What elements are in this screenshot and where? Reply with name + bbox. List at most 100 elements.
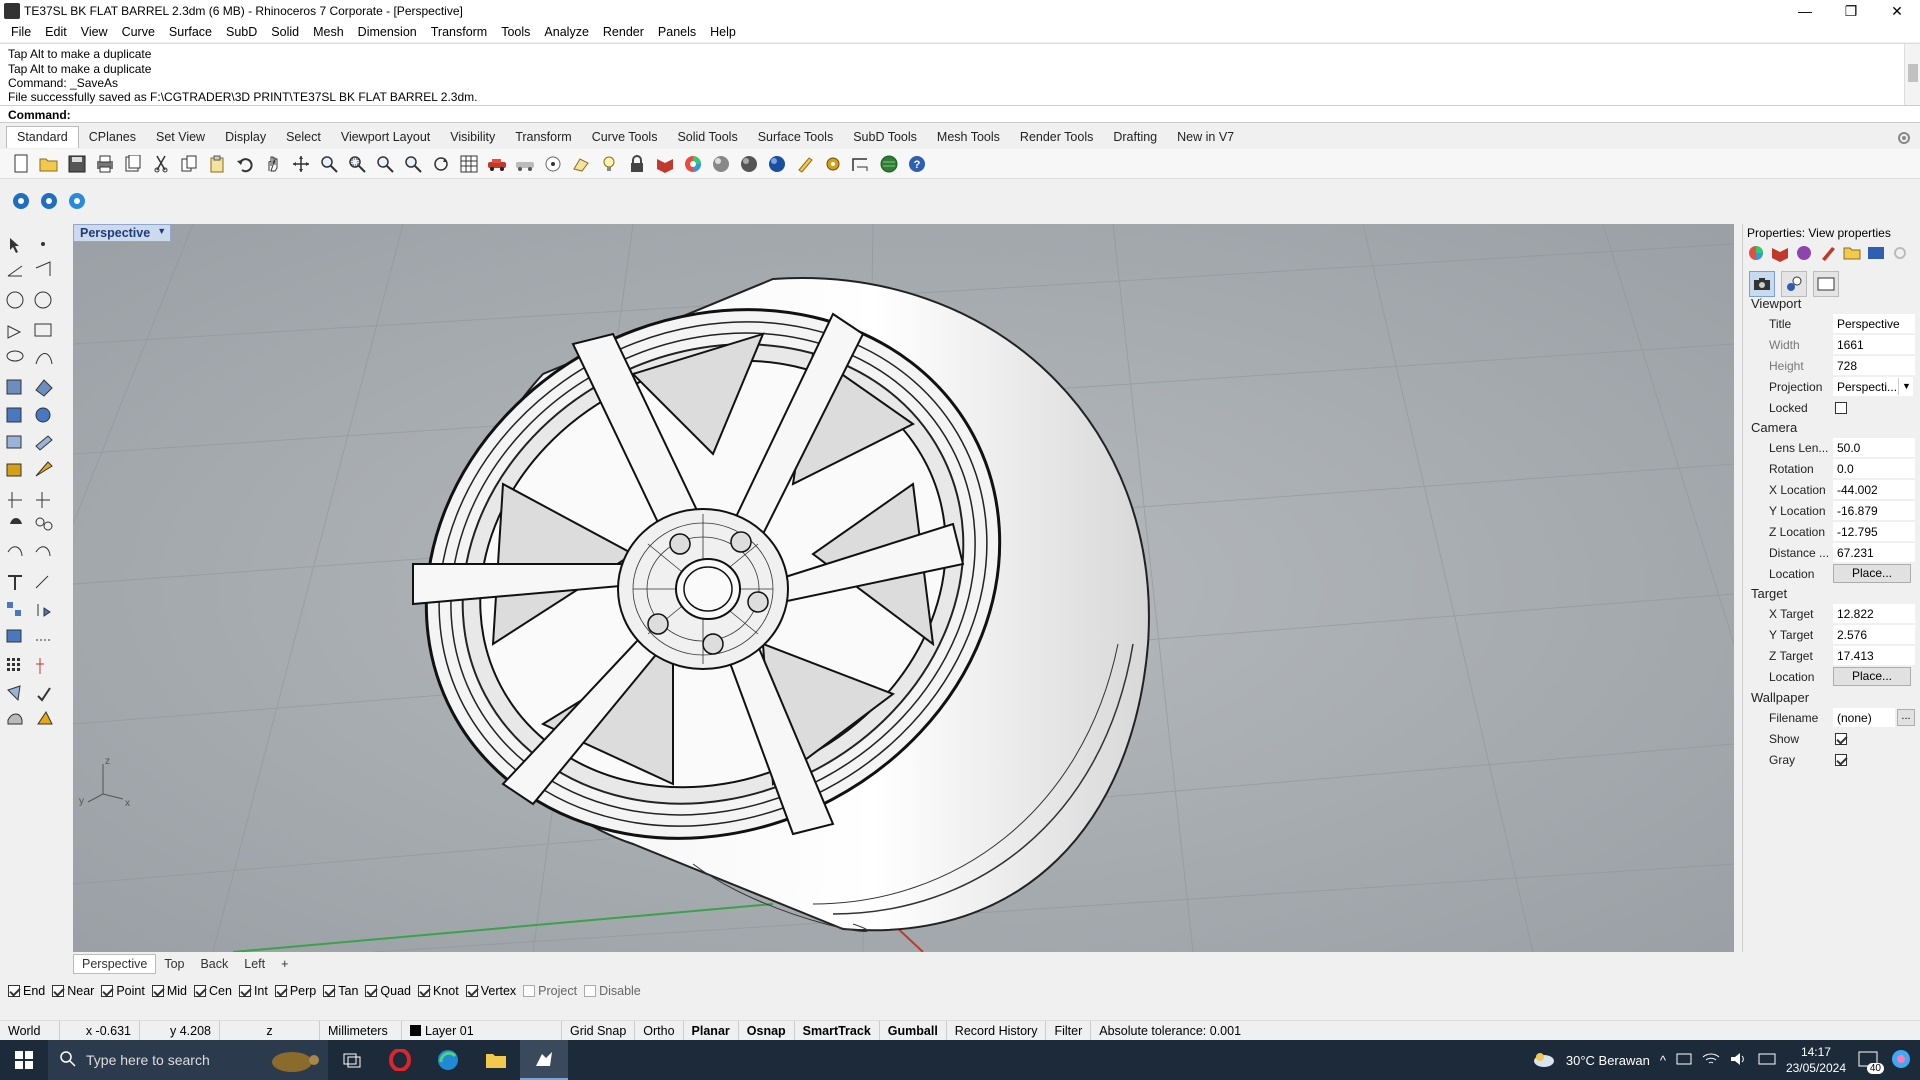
osnap-near[interactable]: Near <box>52 984 94 998</box>
tab-viewport-layout[interactable]: Viewport Layout <box>331 127 440 148</box>
show-checkbox[interactable] <box>1835 733 1847 745</box>
rectangle-icon[interactable] <box>1813 271 1839 297</box>
osnap-mid[interactable]: Mid <box>151 984 187 998</box>
opera-icon[interactable] <box>376 1040 424 1080</box>
menu-render[interactable]: Render <box>596 25 651 39</box>
tab-visibility[interactable]: Visibility <box>440 127 505 148</box>
color-wheel-icon[interactable] <box>1747 244 1765 262</box>
print-icon[interactable] <box>94 153 116 175</box>
checkbox-icon[interactable] <box>101 985 114 997</box>
gear-blue-icon[interactable] <box>38 190 60 212</box>
camera-place-button[interactable]: Place... <box>1833 564 1911 583</box>
menu-mesh[interactable]: Mesh <box>306 25 351 39</box>
zoom-window-icon[interactable] <box>346 153 368 175</box>
copy-icon[interactable] <box>178 153 200 175</box>
notifications-icon[interactable]: 40 <box>1856 1048 1884 1074</box>
undo-icon[interactable] <box>234 153 256 175</box>
rhino-taskbar-icon[interactable] <box>520 1040 568 1080</box>
lens-length-field[interactable]: 50.0 <box>1833 438 1915 457</box>
paste-icon[interactable] <box>206 153 228 175</box>
rotate-view-icon[interactable] <box>430 153 452 175</box>
osnap-int[interactable]: Int <box>238 984 268 998</box>
osnap-cen[interactable]: Cen <box>194 984 232 998</box>
clock[interactable]: 14:17 23/05/2024 <box>1786 1044 1846 1076</box>
weather-text[interactable]: 30°C Berawan <box>1566 1053 1650 1068</box>
filename-field[interactable]: (none) <box>1833 708 1895 727</box>
sphere-blue-icon[interactable] <box>766 153 788 175</box>
chevron-up-icon[interactable]: ^ <box>1660 1053 1666 1068</box>
command-line[interactable]: Command: <box>0 105 1920 123</box>
lock-icon[interactable] <box>626 153 648 175</box>
zoom-selected-icon[interactable] <box>402 153 424 175</box>
menu-curve[interactable]: Curve <box>115 25 162 39</box>
layer-status[interactable]: Layer 01 <box>402 1020 562 1041</box>
checkbox-icon[interactable] <box>365 985 378 997</box>
tab-transform[interactable]: Transform <box>505 127 582 148</box>
menu-solid[interactable]: Solid <box>264 25 306 39</box>
weather-icon[interactable] <box>1532 1050 1556 1071</box>
file-explorer-icon[interactable] <box>472 1040 520 1080</box>
checkbox-icon[interactable] <box>418 985 430 997</box>
tab-surface-tools[interactable]: Surface Tools <box>748 127 844 148</box>
add-viewport-tab-icon[interactable]: + <box>273 957 296 971</box>
chevron-down-icon[interactable]: ▼ <box>157 226 166 236</box>
tab-curve-tools[interactable]: Curve Tools <box>582 127 668 148</box>
osnap-quad[interactable]: Quad <box>365 984 411 998</box>
menu-edit[interactable]: Edit <box>38 25 74 39</box>
viewport-title-tab[interactable]: Perspective ▼ <box>73 224 172 242</box>
checkbox-icon[interactable] <box>238 985 251 997</box>
checkbox-icon[interactable] <box>584 985 597 997</box>
rotation-field[interactable]: 0.0 <box>1833 459 1915 478</box>
edge-icon[interactable] <box>424 1040 472 1080</box>
tab-standard[interactable]: Standard <box>6 126 79 148</box>
cut-icon[interactable] <box>150 153 172 175</box>
tab-drafting[interactable]: Drafting <box>1103 127 1167 148</box>
checkbox-icon[interactable] <box>194 985 206 997</box>
menu-subd[interactable]: SubD <box>219 25 264 39</box>
pan-icon[interactable] <box>262 153 284 175</box>
locked-checkbox[interactable] <box>1835 402 1847 414</box>
record-history-toggle[interactable]: Record History <box>947 1020 1047 1041</box>
menu-analyze[interactable]: Analyze <box>537 25 595 39</box>
tab-render-tools[interactable]: Render Tools <box>1010 127 1103 148</box>
display-mode-icon[interactable] <box>1781 271 1807 297</box>
tab-cplanes[interactable]: CPlanes <box>79 127 146 148</box>
menu-dimension[interactable]: Dimension <box>351 25 424 39</box>
material-icon[interactable] <box>1771 244 1789 262</box>
distance-field[interactable]: 67.231 <box>1833 543 1915 562</box>
tab-select[interactable]: Select <box>276 127 331 148</box>
point-icon[interactable] <box>542 153 564 175</box>
y-target-field[interactable]: 2.576 <box>1833 625 1915 644</box>
y-location-field[interactable]: -16.879 <box>1833 501 1915 520</box>
history-scrollbar[interactable] <box>1904 44 1920 106</box>
volume-icon[interactable] <box>1730 1052 1748 1069</box>
brush-icon[interactable] <box>1819 244 1837 262</box>
tab-subd-tools[interactable]: SubD Tools <box>843 127 927 148</box>
width-field[interactable]: 1661 <box>1833 335 1915 354</box>
light-icon[interactable] <box>598 153 620 175</box>
material-icon[interactable] <box>654 153 676 175</box>
vp-tab-perspective[interactable]: Perspective <box>73 954 157 974</box>
scrollbar-thumb[interactable] <box>1908 64 1918 82</box>
vp-tab-top[interactable]: Top <box>156 957 192 971</box>
image-icon[interactable] <box>1867 244 1885 262</box>
grid-snap-toggle[interactable]: Grid Snap <box>562 1020 636 1041</box>
gear-icon[interactable] <box>822 153 844 175</box>
help-icon[interactable]: ? <box>906 153 928 175</box>
osnap-knot[interactable]: Knot <box>418 984 459 998</box>
toolbar-settings-gear-icon[interactable] <box>1896 130 1912 149</box>
new-icon[interactable] <box>10 153 32 175</box>
network-icon[interactable] <box>1676 1052 1692 1069</box>
camera-icon[interactable] <box>1749 271 1775 297</box>
browse-button[interactable]: ... <box>1897 709 1915 726</box>
chevron-down-icon[interactable]: ▼ <box>1898 378 1914 395</box>
menu-tools[interactable]: Tools <box>494 25 537 39</box>
earth-icon[interactable] <box>878 153 900 175</box>
menu-file[interactable]: File <box>4 25 38 39</box>
menu-surface[interactable]: Surface <box>162 25 219 39</box>
vp-tab-left[interactable]: Left <box>236 957 273 971</box>
cplane-status[interactable]: World <box>0 1020 60 1041</box>
height-field[interactable]: 728 <box>1833 356 1915 375</box>
title-field[interactable]: Perspective <box>1833 314 1915 333</box>
ortho-toggle[interactable]: Ortho <box>635 1020 684 1041</box>
